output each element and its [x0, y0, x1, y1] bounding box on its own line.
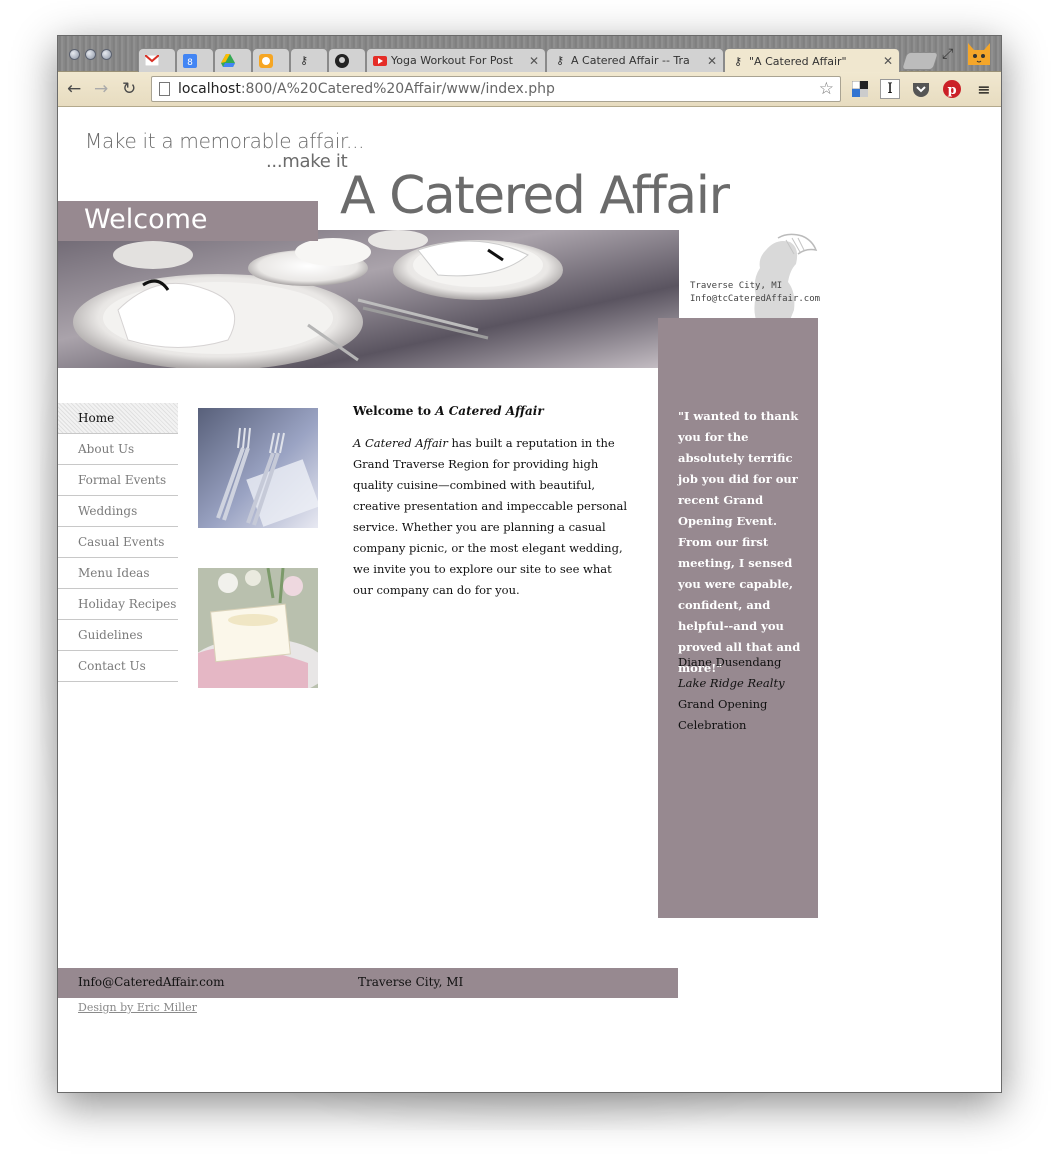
close-tab-icon[interactable]: ✕ [529, 54, 539, 68]
site-nav: Home About Us Formal Events Weddings Cas… [58, 403, 178, 682]
reload-icon[interactable]: ↻ [122, 80, 136, 98]
nav-item-weddings[interactable]: Weddings [58, 496, 178, 527]
youtube-icon [373, 54, 387, 68]
footer-location: Traverse City, MI [358, 975, 464, 989]
michigan-map-icon [754, 233, 818, 325]
tab-gmail[interactable] [138, 48, 176, 72]
key-icon: ⚷ [299, 54, 309, 67]
nav-item-menu-ideas[interactable]: Menu Ideas [58, 558, 178, 589]
testimonial-sidebar: "I wanted to thank you for the absolutel… [658, 318, 818, 918]
cat-profile-icon[interactable] [964, 39, 994, 69]
tab-orange-app[interactable] [252, 48, 290, 72]
key-icon: ⚷ [733, 54, 743, 68]
contact-location: Traverse City, MI [690, 281, 783, 291]
testimonial-author: Diane Dusendang [678, 655, 782, 669]
url-text: localhost:800/A%20Catered%20Affair/www/i… [178, 81, 555, 97]
contact-info: Traverse City, MI Info@tcCateredAffair.c… [690, 280, 820, 306]
banner-image [58, 230, 679, 368]
minimize-window-button[interactable] [85, 49, 96, 60]
place-card-thumbnail-image [198, 568, 318, 688]
zoom-window-button[interactable] [101, 49, 112, 60]
close-window-button[interactable] [69, 49, 80, 60]
svg-text:p: p [947, 83, 956, 98]
testimonial-quote: "I wanted to thank you for the absolutel… [678, 409, 801, 675]
web-page: Make it a memorable affair... ...make it… [58, 108, 1001, 1092]
tab-title: A Catered Affair -- Tra [571, 54, 690, 67]
fullscreen-icon[interactable]: ⤢ [942, 46, 953, 62]
delicious-icon[interactable] [850, 79, 870, 99]
address-bar[interactable]: localhost:800/A%20Catered%20Affair/www/i… [151, 76, 841, 102]
browser-toolbar: ← → ↻ localhost:800/A%20Catered%20Affair… [58, 72, 1001, 107]
tab-title: "A Catered Affair" [749, 54, 847, 68]
drive-icon [221, 54, 235, 68]
gmail-icon [145, 54, 159, 68]
welcome-heading: Welcome to A Catered Affair [353, 404, 544, 418]
tab-github[interactable] [328, 48, 366, 72]
section-banner: Welcome [58, 201, 318, 241]
page-icon [159, 82, 170, 96]
back-arrow-icon[interactable]: ← [67, 80, 81, 98]
tab-calendar[interactable]: 8 [176, 48, 214, 72]
tab-youtube[interactable]: Yoga Workout For Post ✕ [366, 48, 546, 72]
instapaper-icon[interactable]: I [880, 79, 900, 99]
github-icon [335, 53, 349, 68]
nav-item-about-us[interactable]: About Us [58, 434, 178, 465]
forward-arrow-icon[interactable]: → [94, 80, 108, 98]
main-content: Welcome to A Catered Affair A Catered Af… [353, 404, 633, 601]
close-tab-icon[interactable]: ✕ [707, 54, 717, 68]
design-credit-link[interactable]: Design by Eric Miller [78, 1001, 197, 1014]
site-title: A Catered Affair [340, 166, 730, 226]
orange-app-icon [259, 53, 273, 68]
svg-text:8: 8 [187, 58, 193, 68]
menu-icon[interactable]: ≡ [974, 79, 994, 99]
nav-item-guidelines[interactable]: Guidelines [58, 620, 178, 651]
contact-box: Traverse City, MI Info@tcCateredAffair.c… [678, 230, 820, 325]
nav-item-contact-us[interactable]: Contact Us [58, 651, 178, 682]
calendar-icon: 8 [183, 53, 197, 68]
bookmark-star-icon[interactable]: ☆ [819, 79, 834, 99]
pocket-icon[interactable] [911, 79, 931, 99]
section-label: Welcome [84, 204, 208, 235]
testimonial-attribution: Diane Dusendang Lake Ridge Realty Grand … [678, 652, 804, 736]
tab-drive[interactable] [214, 48, 252, 72]
testimonial-event: Grand Opening Celebration [678, 697, 768, 732]
tab-title: Yoga Workout For Post [391, 54, 513, 67]
footer-email: Info@CateredAffair.com [78, 975, 225, 989]
tab-strip: 8 ⚷ Yoga Workout For Post ✕ ⚷ A Catered … [58, 36, 1001, 73]
nav-item-home[interactable]: Home [58, 403, 178, 434]
tagline-line-1: Make it a memorable affair... [85, 129, 365, 153]
nav-item-casual-events[interactable]: Casual Events [58, 527, 178, 558]
forks-thumbnail-image [198, 408, 318, 528]
key-icon: ⚷ [555, 54, 565, 67]
contact-email: Info@tcCateredAffair.com [690, 294, 821, 304]
pinterest-icon[interactable]: p [942, 79, 962, 99]
testimonial-company: Lake Ridge Realty [678, 676, 785, 690]
close-tab-icon[interactable]: ✕ [883, 54, 893, 68]
new-tab-button[interactable] [901, 52, 939, 70]
tab-catered-affair-tra[interactable]: ⚷ A Catered Affair -- Tra ✕ [546, 48, 724, 72]
tagline-line-2: ...make it [266, 151, 348, 172]
welcome-body: A Catered Affair has built a reputation … [353, 436, 628, 597]
tab-key[interactable]: ⚷ [290, 48, 328, 72]
browser-window: 8 ⚷ Yoga Workout For Post ✕ ⚷ A Catered … [57, 35, 1002, 1093]
footer-bar: Info@CateredAffair.com Traverse City, MI [58, 968, 678, 998]
nav-item-formal-events[interactable]: Formal Events [58, 465, 178, 496]
tab-catered-affair-active[interactable]: ⚷ "A Catered Affair" ✕ [724, 48, 900, 73]
nav-item-holiday-recipes[interactable]: Holiday Recipes [58, 589, 178, 620]
